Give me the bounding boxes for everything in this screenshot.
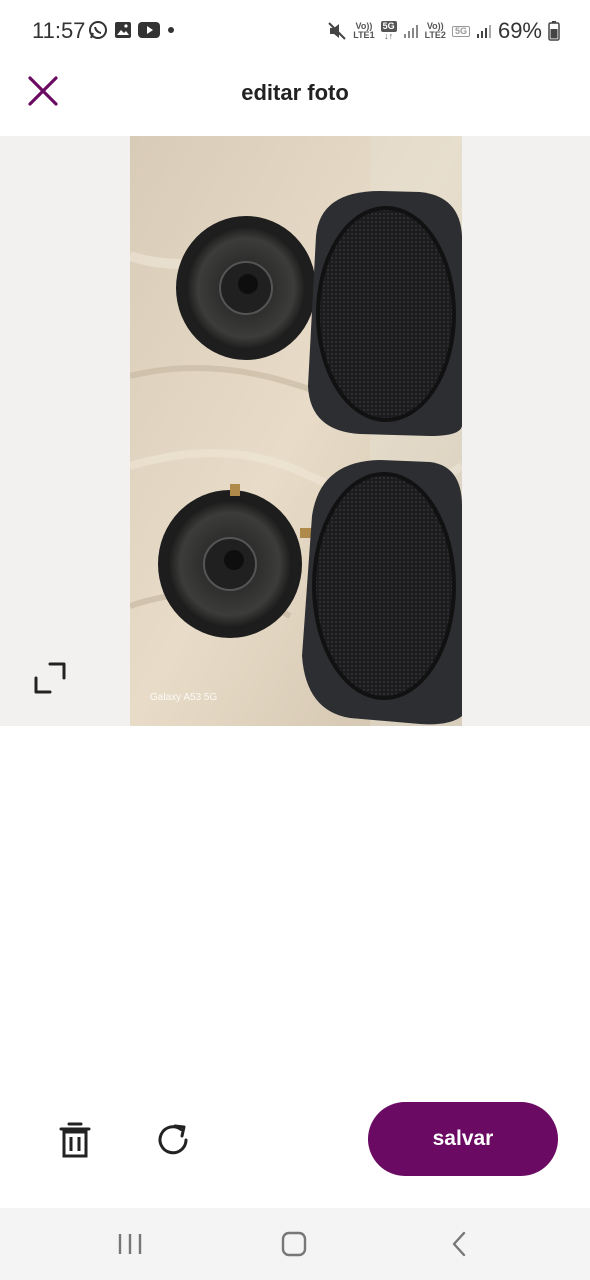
signal-icon-1 [403, 25, 418, 38]
youtube-icon [138, 22, 160, 38]
battery-icon [548, 21, 560, 41]
gallery-icon [115, 22, 131, 38]
trash-icon[interactable] [56, 1120, 94, 1160]
app-header: editar foto [0, 50, 590, 136]
photo-image[interactable]: Galaxy A53 5G [130, 136, 462, 726]
camera-watermark: Galaxy A53 5G [150, 692, 218, 703]
dot-icon [168, 27, 174, 33]
rotate-icon[interactable] [154, 1120, 194, 1160]
back-icon[interactable] [442, 1228, 478, 1260]
notification-icons [88, 20, 176, 40]
signal-icon-2 [476, 25, 491, 38]
status-time: 11:57 [32, 18, 86, 43]
battery-percent: 69% [497, 18, 542, 43]
status-bar: 11:57 Vo)) LTE1 5G ↓↑ Vo)) LTE2 5G 69% [0, 0, 590, 50]
photo-preview-area: Galaxy A53 5G [0, 136, 590, 726]
save-button[interactable]: salvar [368, 1102, 558, 1176]
sim1-volte: Vo)) LTE1 [353, 21, 375, 40]
mute-icon [328, 22, 346, 40]
whatsapp-icon [89, 21, 107, 39]
sim1-network: 5G ↓↑ [380, 21, 397, 41]
expand-icon[interactable] [32, 660, 68, 696]
home-icon[interactable] [276, 1228, 312, 1260]
recents-icon[interactable] [112, 1228, 148, 1260]
page-title: editar foto [241, 80, 349, 105]
sim2-network: 5G [451, 25, 470, 37]
system-nav-bar [0, 1208, 590, 1280]
speakers-photo [130, 136, 462, 726]
status-right: Vo)) LTE1 5G ↓↑ Vo)) LTE2 5G 69% [327, 18, 560, 44]
edit-toolbar: salvar [0, 1090, 590, 1190]
sim2-volte: Vo)) LTE2 [424, 21, 446, 40]
